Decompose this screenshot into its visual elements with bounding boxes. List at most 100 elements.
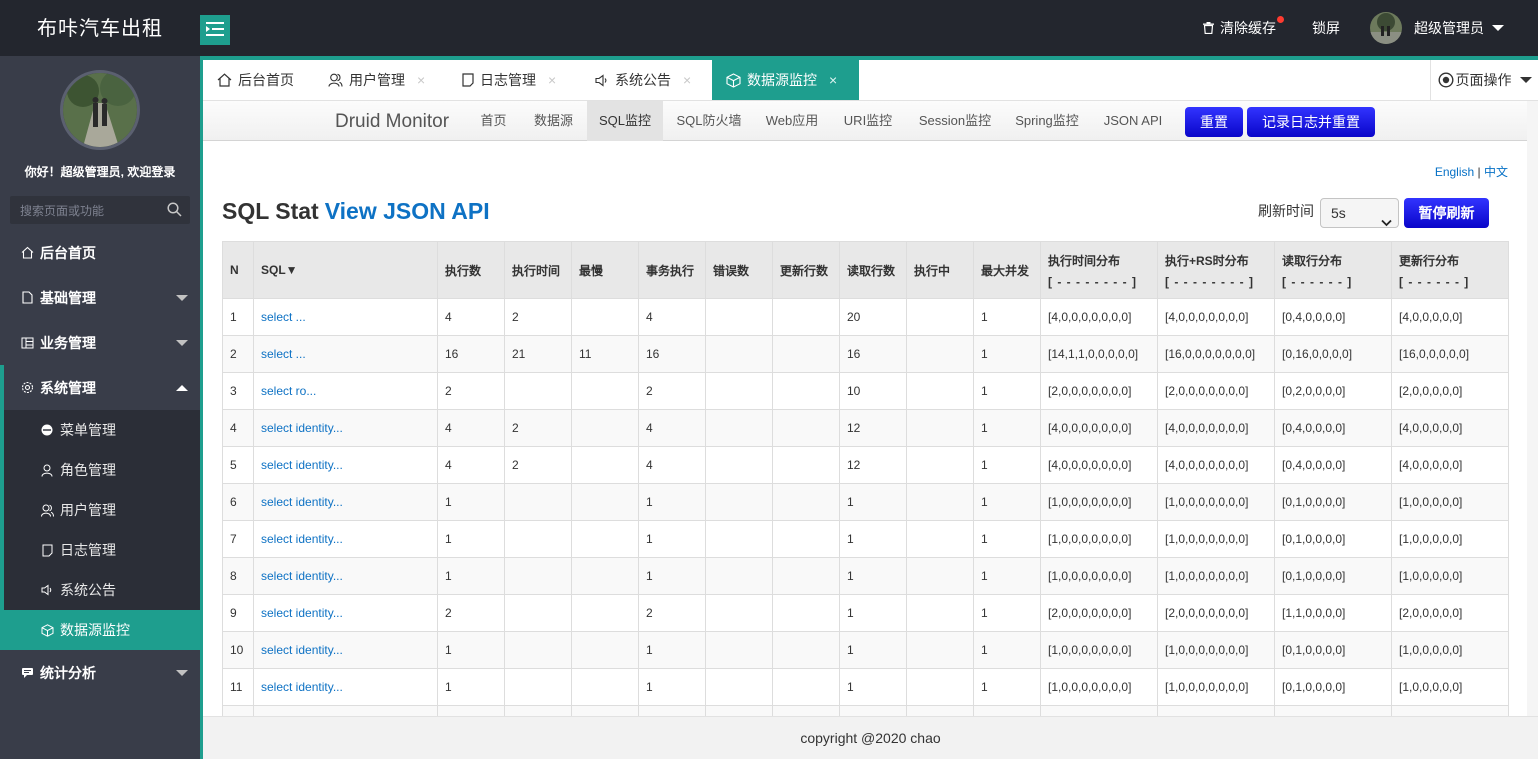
circle-icon [40,424,54,436]
tab-user-mgmt[interactable]: 用户管理 × [328,60,425,100]
table-cell: [2,0,0,0,0,0] [1391,594,1509,632]
table-cell: [4,0,0,0,0,0,0,0] [1157,409,1275,447]
search-icon[interactable] [167,202,182,220]
lang-chinese-link[interactable]: 中文 [1484,165,1508,179]
table-cell [571,372,639,410]
close-icon[interactable]: × [548,72,556,88]
table-cell [906,372,974,410]
close-icon[interactable]: × [417,72,425,88]
tab-home[interactable]: 后台首页 [217,60,294,100]
druid-nav-datasource[interactable]: 数据源 [526,101,581,141]
table-cell [705,446,773,484]
table-cell: 1 [638,557,706,595]
clear-cache-button[interactable]: 清除缓存 [1203,16,1284,38]
sidebar-item-role-mgmt[interactable]: 角色管理 [4,450,200,490]
sql-link[interactable]: select ... [261,310,306,324]
sql-link[interactable]: select identity... [261,643,343,657]
sql-link[interactable]: select identity... [261,421,343,435]
menu-toggle-icon [206,21,224,40]
table-cell [906,483,974,521]
sql-link[interactable]: select identity... [261,458,343,472]
sidebar-item-user-mgmt[interactable]: 用户管理 [4,490,200,530]
table-cell: [0,2,0,0,0,0] [1274,372,1392,410]
tab-announcement[interactable]: 系统公告 × [595,60,691,100]
user-menu[interactable]: 超级管理员 [1370,12,1504,44]
sidebar-item-announcement[interactable]: 系统公告 [4,570,200,610]
druid-brand[interactable]: Druid Monitor [335,111,449,133]
table-cell: 16 [839,335,907,373]
table-cell: [1,0,0,0,0,0,0,0] [1157,631,1275,669]
druid-nav-home[interactable]: 首页 [471,101,516,141]
table-cell: 1 [839,668,907,706]
sql-link[interactable]: select identity... [261,680,343,694]
lock-screen-button[interactable]: 锁屏 [1312,18,1340,38]
tab-label: 用户管理 [349,72,405,88]
druid-nav-uri[interactable]: URI监控 [839,101,897,141]
close-icon[interactable]: × [829,72,837,88]
sql-link[interactable]: select identity... [261,569,343,583]
top-bar: 布咔汽车出租 清除缓存 锁屏 超级管理员 [0,0,1538,56]
close-icon[interactable]: × [683,72,691,88]
footer: copyright @2020 chao [203,716,1538,759]
sidebar-item-datasource-monitor[interactable]: 数据源监控 [0,610,200,650]
chevron-down-icon [1492,25,1504,31]
table-cell: 12 [839,446,907,484]
druid-nav-sql-firewall[interactable]: SQL防火墙 [669,101,749,141]
sidebar-item-basic[interactable]: 基础管理 [0,275,200,320]
refresh-interval-value: 5s [1331,205,1346,221]
column-header-label: SQL▼ [261,263,298,277]
table-cell: [0,1,0,0,0,0] [1274,557,1392,595]
table-cell: [1,0,0,0,0,0,0,0] [1040,631,1158,669]
column-header-label: 读取行数 [847,263,896,278]
sidebar-item-log-mgmt[interactable]: 日志管理 [4,530,200,570]
page-operations-label: 页面操作 [1455,72,1512,88]
refresh-interval-select[interactable]: 5s [1320,198,1399,228]
table-cell: [2,0,0,0,0,0,0,0] [1040,594,1158,632]
view-json-api-link[interactable]: View JSON API [325,198,490,224]
reset-button[interactable]: 重置 [1185,107,1243,137]
column-header: 执行中 [906,241,974,299]
tab-datasource-monitor[interactable]: 数据源监控 × [712,60,859,100]
sidebar-item-system[interactable]: 系统管理 [0,365,200,410]
druid-nav-web[interactable]: Web应用 [759,101,825,141]
table-cell [705,631,773,669]
sidebar-item-home[interactable]: 后台首页 [0,230,200,275]
tab-log-mgmt[interactable]: 日志管理 × [462,60,556,100]
sql-link[interactable]: select identity... [261,495,343,509]
druid-nav-json-api[interactable]: JSON API [1099,101,1167,141]
table-cell: [1,0,0,0,0,0,0,0] [1157,483,1275,521]
sql-link[interactable]: select ... [261,347,306,361]
sql-link[interactable]: select ro... [261,384,316,398]
table-cell: [0,4,0,0,0,0] [1274,298,1392,336]
tab-bar: 后台首页 用户管理 × 日志管理 × 系统公告 × 数据源监控 × 页面操作 [203,56,1538,101]
sidebar-item-menu-mgmt[interactable]: 菜单管理 [4,410,200,450]
table-cell: 2 [504,409,572,447]
page-operations-menu[interactable]: 页面操作 [1430,60,1538,100]
table-cell: 1 [437,520,505,558]
sidebar-search-input[interactable]: 搜索页面或功能 [10,196,190,224]
pause-refresh-button[interactable]: 暂停刷新 [1404,198,1489,228]
druid-nav-spring[interactable]: Spring监控 [1009,101,1085,141]
druid-frame: Druid Monitor 首页 数据源 SQL监控 SQL防火墙 Web应用 … [203,101,1538,716]
column-header[interactable]: SQL▼ [253,241,438,299]
scrollbar[interactable] [1527,101,1538,716]
sidebar-item-business[interactable]: 业务管理 [0,320,200,365]
druid-nav-sql[interactable]: SQL监控 [587,101,663,141]
table-row: 10 select identity... 1 1 1 1 [1,0,0,0,0,0,0,0… [222,631,1509,669]
table-cell [906,409,974,447]
table-cell [571,446,639,484]
table-cell: [2,0,0,0,0,0] [1391,372,1509,410]
app-title[interactable]: 布咔汽车出租 [0,0,200,56]
sql-link[interactable]: select identity... [261,532,343,546]
table-cell: [4,0,0,0,0,0] [1391,409,1509,447]
log-and-reset-button[interactable]: 记录日志并重置 [1247,107,1375,137]
sidebar-item-statistics[interactable]: 统计分析 [0,650,200,695]
table-cell [1157,705,1275,716]
druid-nav-session[interactable]: Session监控 [911,101,999,141]
table-cell [1040,705,1158,716]
lang-english-link[interactable]: English [1435,165,1474,179]
sql-link[interactable]: select identity... [261,606,343,620]
table-row: 11 select identity... 1 1 1 1 [1,0,0,0,0,0,0,0… [222,668,1509,706]
menu-toggle-button[interactable] [200,15,230,45]
column-header-label: 读取行分布 [1282,253,1343,268]
